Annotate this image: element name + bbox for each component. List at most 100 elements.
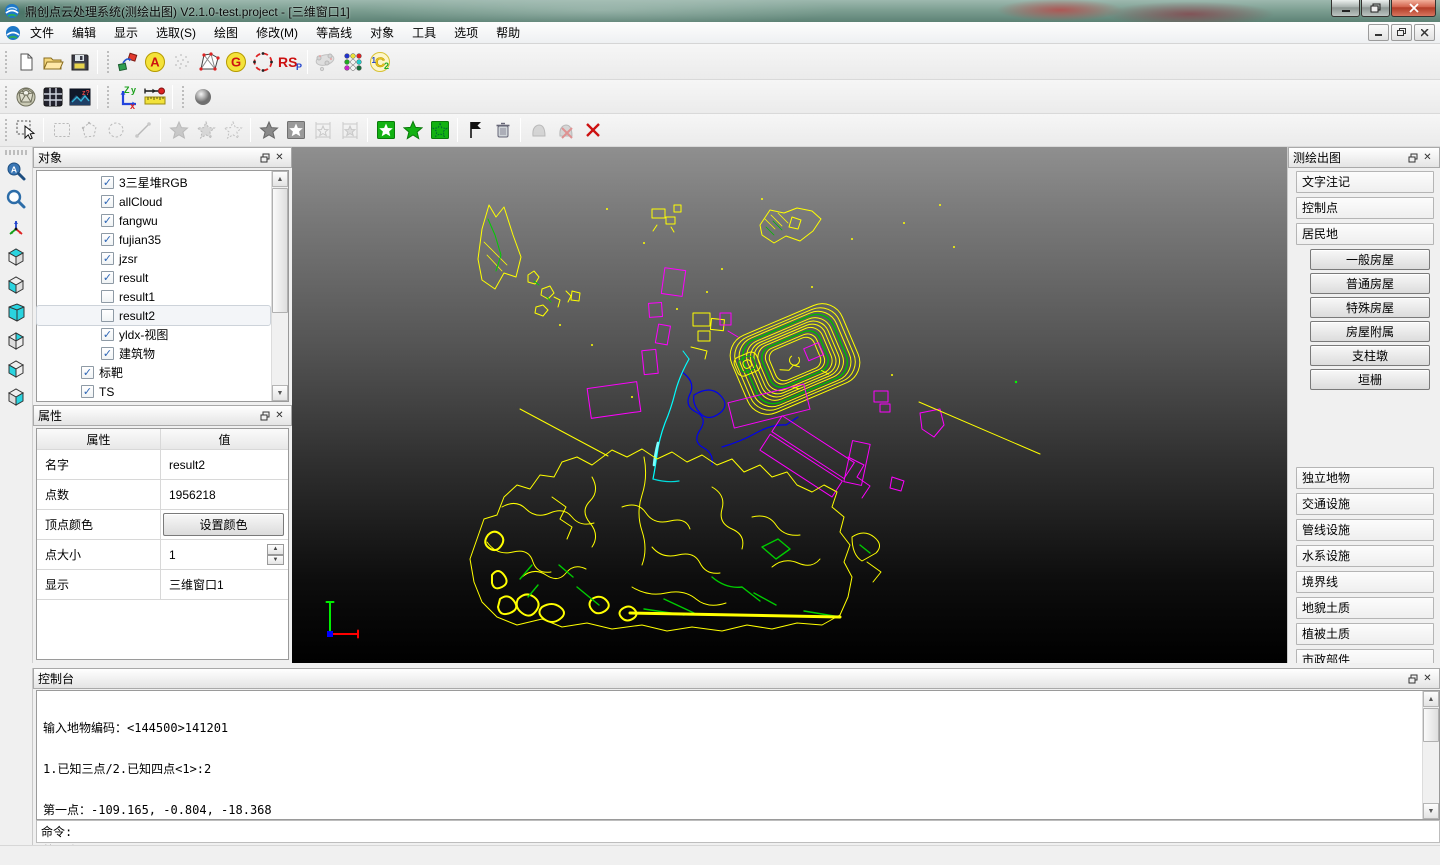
scroll-up-icon[interactable]: ▲ [272, 171, 288, 187]
classify-colors-button[interactable] [339, 48, 366, 75]
scroll-up-icon[interactable]: ▲ [1423, 691, 1439, 707]
keep-dashed-button[interactable] [426, 117, 453, 144]
register-spheres-button[interactable] [312, 48, 339, 75]
pick-select-button[interactable] [12, 117, 39, 144]
toolbar-drag-handle[interactable] [106, 86, 111, 108]
menu-modify[interactable]: 修改(M) [247, 23, 307, 43]
objects-panel-header[interactable]: 对象 ✕ [33, 147, 292, 168]
star-select-a-button[interactable] [165, 117, 192, 144]
checkbox[interactable]: ✓ [101, 233, 114, 246]
dem-image-button[interactable]: z? [66, 83, 93, 110]
map-group-independent-features[interactable]: 独立地物 [1296, 467, 1434, 489]
mdi-close-button[interactable] [1414, 24, 1435, 41]
menu-options[interactable]: 选项 [445, 23, 487, 43]
menu-object[interactable]: 对象 [361, 23, 403, 43]
map-group-municipal[interactable]: 市政部件 [1296, 649, 1434, 663]
close-panel-icon[interactable]: ✕ [272, 150, 287, 165]
tree-item-3sanxingdui-rgb[interactable]: ✓3三星堆RGB [37, 173, 270, 192]
open-file-button[interactable] [39, 48, 66, 75]
scroll-thumb[interactable] [1423, 708, 1439, 742]
mdi-minimize-button[interactable] [1368, 24, 1389, 41]
toolbar-drag-handle[interactable] [181, 86, 186, 108]
menu-tools[interactable]: 工具 [403, 23, 445, 43]
close-panel-icon[interactable]: ✕ [1420, 150, 1435, 165]
menu-file[interactable]: 文件 [21, 23, 63, 43]
title-bar[interactable]: 鼎创点云处理系统(测绘出图) V2.1.0-test.project - [三维… [0, 0, 1440, 22]
close-button[interactable] [1391, 0, 1436, 17]
map-group-control-points[interactable]: 控制点 [1296, 197, 1434, 219]
grid-button[interactable] [39, 83, 66, 110]
keep-star-button[interactable] [399, 117, 426, 144]
circle-select-button[interactable] [102, 117, 129, 144]
command-input-line[interactable]: 命令: [36, 820, 1440, 843]
zoom-text-icon[interactable]: A [3, 159, 29, 185]
scroll-down-icon[interactable]: ▼ [272, 385, 288, 401]
checkbox[interactable]: ✓ [101, 347, 114, 360]
spin-up-icon[interactable]: ▲ [267, 544, 284, 555]
properties-panel-header[interactable]: 属性 ✕ [33, 405, 292, 426]
map-group-vegetation[interactable]: 植被土质 [1296, 623, 1434, 645]
tree-item-yldx-view[interactable]: ✓yldx-视图 [37, 325, 270, 344]
new-file-button[interactable] [12, 48, 39, 75]
menu-edit[interactable]: 编辑 [63, 23, 105, 43]
checkbox[interactable]: ✓ [81, 385, 94, 398]
menu-draw[interactable]: 绘图 [205, 23, 247, 43]
tree-item-result2[interactable]: ✓result2 [37, 306, 270, 325]
toolbar-drag-handle[interactable] [4, 86, 9, 108]
float-panel-icon[interactable] [1405, 671, 1420, 686]
align-clouds-button[interactable] [114, 48, 141, 75]
menu-view[interactable]: 显示 [105, 23, 147, 43]
map-button-ordinary-house[interactable]: 普通房屋 [1310, 273, 1430, 294]
geoid-g-button[interactable]: G [222, 48, 249, 75]
star-select-c-button[interactable] [219, 117, 246, 144]
polyhedron-sphere-button[interactable] [12, 83, 39, 110]
cloud-blob-button[interactable] [525, 117, 552, 144]
box-select-a-button[interactable] [309, 117, 336, 144]
point-size-value[interactable]: 1 [169, 548, 176, 562]
checkbox[interactable]: ✓ [101, 290, 114, 303]
checkbox[interactable]: ✓ [101, 271, 114, 284]
viewport-3d[interactable] [292, 147, 1287, 663]
restore-button[interactable] [1361, 0, 1390, 17]
console-output[interactable]: 输入地物编码：<144500>141201 1.已知三点/2.已知四点<1>:2… [36, 690, 1440, 820]
line-select-button[interactable] [129, 117, 156, 144]
map-group-pipelines[interactable]: 管线设施 [1296, 519, 1434, 541]
scroll-thumb[interactable] [272, 188, 288, 313]
toolbar-drag-handle[interactable] [5, 150, 27, 155]
toolbar-drag-handle[interactable] [4, 51, 9, 73]
menu-help[interactable]: 帮助 [487, 23, 529, 43]
menu-select[interactable]: 选取(S) [147, 23, 205, 43]
zoom-icon[interactable] [3, 187, 29, 213]
map-group-water-systems[interactable]: 水系设施 [1296, 545, 1434, 567]
checkbox[interactable]: ✓ [101, 328, 114, 341]
tin-mesh-button[interactable] [195, 48, 222, 75]
zyx-axes-button[interactable]: Zyx [114, 83, 141, 110]
mapping-panel-header[interactable]: 测绘出图 ✕ [1288, 147, 1440, 168]
cloud-delete-button[interactable] [552, 117, 579, 144]
tree-item-fangwu[interactable]: ✓fangwu [37, 211, 270, 230]
map-button-general-house[interactable]: 一般房屋 [1310, 249, 1430, 270]
menu-contour[interactable]: 等高线 [307, 23, 361, 43]
tree-item-allcloud[interactable]: ✓allCloud [37, 192, 270, 211]
view-bottom-icon[interactable] [3, 271, 29, 297]
close-panel-icon[interactable]: ✕ [1420, 671, 1435, 686]
spin-down-icon[interactable]: ▼ [267, 555, 284, 566]
circle-fit-button[interactable] [249, 48, 276, 75]
view-front-icon[interactable] [3, 299, 29, 325]
tree-item-ts[interactable]: ✓TS [37, 382, 270, 401]
move-axes-icon[interactable] [3, 215, 29, 241]
checkbox[interactable]: ✓ [101, 176, 114, 189]
close-panel-icon[interactable]: ✕ [272, 408, 287, 423]
map-button-special-house[interactable]: 特殊房屋 [1310, 297, 1430, 318]
tree-item-jzsr[interactable]: ✓jzsr [37, 249, 270, 268]
star-solid-button[interactable] [255, 117, 282, 144]
tree-item-buildings[interactable]: ✓建筑物 [37, 344, 270, 363]
coord-convert-c2-button[interactable]: C12 [366, 48, 393, 75]
tree-item-result1[interactable]: ✓result1 [37, 287, 270, 306]
checkbox[interactable]: ✓ [101, 309, 114, 322]
point-cloud-button[interactable] [168, 48, 195, 75]
star-select-b-button[interactable] [192, 117, 219, 144]
delete-selection-button[interactable] [489, 117, 516, 144]
console-scrollbar[interactable]: ▲ ▼ [1422, 691, 1439, 819]
checkbox[interactable]: ✓ [101, 214, 114, 227]
